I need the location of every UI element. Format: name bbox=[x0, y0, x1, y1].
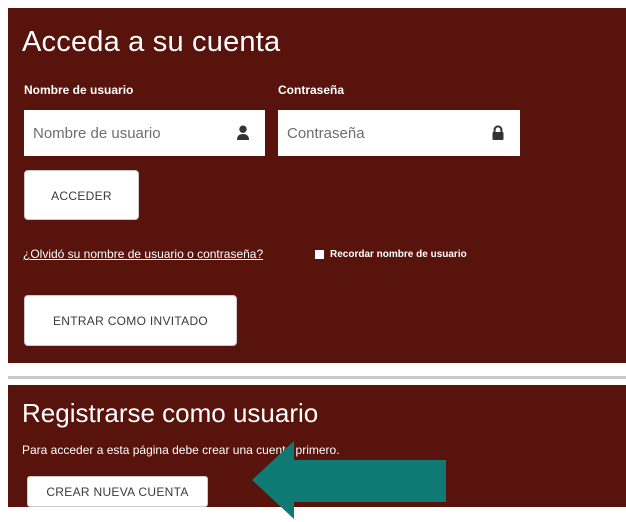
checkbox-icon[interactable] bbox=[315, 250, 324, 259]
password-label: Contraseña bbox=[278, 83, 345, 97]
login-button[interactable]: ACCEDER bbox=[24, 170, 139, 220]
create-account-button[interactable]: CREAR NUEVA CUENTA bbox=[27, 476, 208, 507]
remember-username-label: Recordar nombre de usuario bbox=[330, 249, 467, 260]
lock-icon bbox=[491, 125, 505, 141]
left-arrow-icon bbox=[252, 441, 446, 519]
register-title: Registrarse como usuario bbox=[22, 398, 319, 428]
password-input[interactable] bbox=[278, 110, 520, 156]
password-field-container bbox=[278, 110, 520, 156]
username-input[interactable] bbox=[24, 110, 265, 156]
forgot-credentials-link[interactable]: ¿Olvidó su nombre de usuario o contraseñ… bbox=[23, 247, 263, 261]
login-panel: Acceda a su cuenta Nombre de usuario Con… bbox=[8, 8, 626, 363]
guest-login-button[interactable]: ENTRAR COMO INVITADO bbox=[24, 295, 237, 346]
username-label: Nombre de usuario bbox=[24, 83, 134, 97]
remember-username-checkbox[interactable]: Recordar nombre de usuario bbox=[315, 249, 467, 260]
login-title: Acceda a su cuenta bbox=[22, 26, 281, 58]
divider-line bbox=[8, 376, 626, 379]
user-icon bbox=[236, 125, 250, 141]
section-divider bbox=[8, 363, 626, 385]
username-field-container bbox=[24, 110, 265, 156]
